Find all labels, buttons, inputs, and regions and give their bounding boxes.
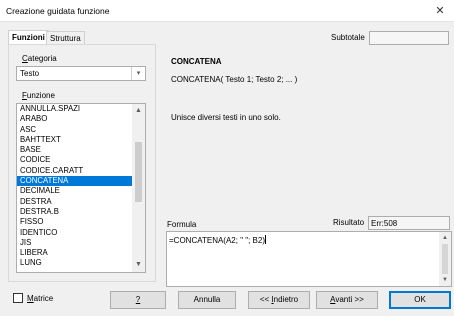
help-button[interactable]: ? [110,291,166,309]
list-item[interactable]: LUNG [17,258,133,268]
list-item[interactable]: BASE [17,145,133,155]
subtotal-label: Subtotale [331,33,365,42]
result-value: Err:508 [371,219,398,228]
list-item[interactable]: DESTRA.B [17,207,133,217]
formula-label: Formula [167,220,197,229]
list-item[interactable]: BAHTTEXT [17,135,133,145]
result-label: Risultato [333,218,365,227]
subtotal-field[interactable] [369,31,449,45]
list-item[interactable]: ASC [17,125,133,135]
matrix-checkbox[interactable] [13,293,23,303]
scroll-up-icon[interactable]: ▲ [439,233,451,243]
list-item[interactable]: DESTRA [17,197,133,207]
formula-editor[interactable]: =CONCATENA(A2; " "; B2) ▲ ▼ [166,231,452,287]
text-cursor [265,235,266,244]
function-listbox[interactable]: ANNULLA.SPAZI ARABO ASC BAHTTEXT BASE CO… [16,103,146,273]
scroll-up-icon[interactable]: ▲ [132,105,145,117]
list-item[interactable]: FISSO [17,217,133,227]
matrix-label[interactable]: Matrice [27,294,53,303]
list-item[interactable]: JIS [17,238,133,248]
next-button[interactable]: Avanti >> [316,291,378,309]
title-bar: Creazione guidata funzione ✕ [0,0,454,22]
formula-scrollbar[interactable]: ▲ ▼ [439,232,451,286]
cancel-button[interactable]: Annulla [178,291,236,309]
tab-functions[interactable]: Funzioni [8,30,49,45]
ok-button[interactable]: OK [389,291,451,309]
scroll-thumb[interactable] [135,142,142,202]
list-item[interactable]: DECIMALE [17,186,133,196]
close-icon[interactable]: ✕ [426,0,454,22]
list-item[interactable]: ARABO [17,114,133,124]
function-label: Funzione [22,91,55,100]
function-description: Unisce diversi testi in uno solo. [171,113,281,122]
formula-text[interactable]: =CONCATENA(A2; " "; B2) [169,235,266,245]
category-label: Categoria [22,54,57,63]
scroll-down-icon[interactable]: ▼ [132,259,145,271]
chevron-down-icon[interactable]: ▾ [131,67,145,80]
category-select[interactable]: Testo ▾ [16,66,146,81]
function-name: CONCATENA [171,57,222,66]
scroll-down-icon[interactable]: ▼ [439,275,451,285]
result-field: Err:508 [368,216,450,230]
list-item[interactable]: LIBERA [17,248,133,258]
list-item[interactable]: CODICE [17,155,133,165]
list-item[interactable]: CODICE.CARATT [17,166,133,176]
tab-structure[interactable]: Struttura [46,31,85,45]
category-value: Testo [20,69,40,78]
list-item-selected[interactable]: CONCATENA [17,176,133,187]
list-item[interactable]: IDENTICO [17,228,133,238]
function-signature: CONCATENA( Testo 1; Testo 2; ... ) [171,75,298,84]
window-title: Creazione guidata funzione [6,6,110,16]
scroll-thumb[interactable] [442,244,448,274]
function-list-scrollbar[interactable]: ▲ ▼ [132,104,145,272]
back-button[interactable]: << Indietro [248,291,310,309]
function-list: ANNULLA.SPAZI ARABO ASC BAHTTEXT BASE CO… [17,104,133,269]
list-item[interactable]: ANNULLA.SPAZI [17,104,133,114]
